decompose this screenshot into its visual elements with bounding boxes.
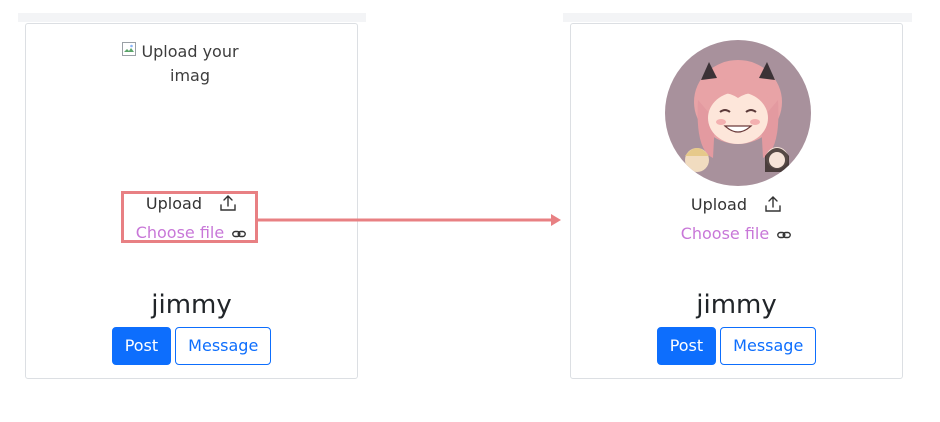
arrow-right-icon xyxy=(257,214,561,226)
profile-card-after: Upload Choose file jimmy Post Message xyxy=(570,23,903,379)
choose-file-link[interactable]: Choose file xyxy=(681,224,770,243)
broken-image-placeholder: Upload your imag xyxy=(120,40,260,88)
image-alt-text-line2: imag xyxy=(170,66,210,85)
action-buttons: Post Message xyxy=(571,327,902,365)
image-alt-text-line1: Upload your xyxy=(141,42,239,61)
right-top-bar xyxy=(563,13,912,22)
upload-icon[interactable] xyxy=(764,195,782,213)
link-icon xyxy=(777,231,792,239)
message-button[interactable]: Message xyxy=(175,327,272,365)
post-button[interactable]: Post xyxy=(656,327,717,365)
left-top-bar xyxy=(18,13,366,22)
message-button[interactable]: Message xyxy=(720,327,817,365)
broken-image-icon xyxy=(122,42,136,56)
avatar-illustration xyxy=(665,40,811,186)
username: jimmy xyxy=(151,290,232,320)
avatar[interactable] xyxy=(665,40,811,186)
upload-row[interactable]: Upload xyxy=(571,195,902,214)
upload-label[interactable]: Upload xyxy=(691,195,747,214)
choose-file-row[interactable]: Choose file xyxy=(571,224,902,243)
action-buttons: Post Message xyxy=(26,327,357,365)
post-button[interactable]: Post xyxy=(111,327,172,365)
username: jimmy xyxy=(696,290,777,320)
upload-highlight-box xyxy=(121,191,258,243)
